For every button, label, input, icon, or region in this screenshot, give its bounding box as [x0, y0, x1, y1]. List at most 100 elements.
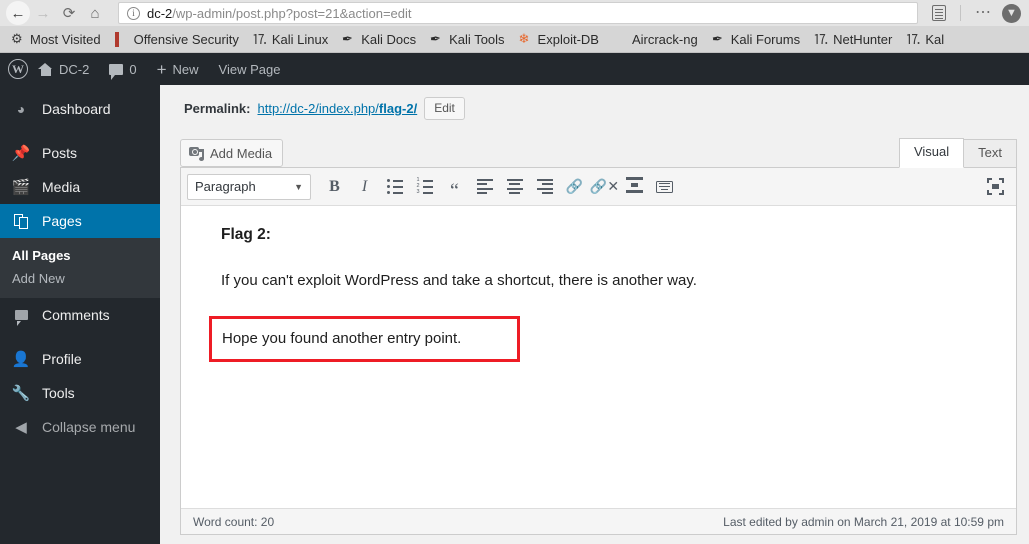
align-center-icon	[506, 178, 523, 195]
sidebar-item-comments[interactable]: Comments	[0, 298, 160, 332]
address-bar[interactable]: i dc-2/wp-admin/post.php?post=21&action=…	[118, 2, 918, 24]
editor-content-area[interactable]: Flag 2: If you can't exploit WordPress a…	[181, 206, 1016, 508]
sidebar-item-label: Pages	[42, 213, 82, 229]
format-select[interactable]: Paragraph ▼	[187, 173, 311, 200]
permalink-slug: flag-2/	[378, 101, 418, 116]
reload-button[interactable]: ⟳	[56, 2, 82, 24]
bookmark-offensive-security[interactable]: Offensive Security	[108, 32, 246, 47]
user-icon: 👤	[11, 351, 31, 368]
sidebar-divider	[0, 126, 160, 136]
sidebar-item-label: Profile	[42, 351, 82, 367]
bold-button[interactable]: B	[320, 174, 349, 200]
word-count: Word count: 20	[193, 514, 275, 529]
home-button[interactable]: ⌂	[82, 2, 108, 24]
bookmark-label: Exploit-DB	[537, 31, 599, 47]
align-center-button[interactable]	[500, 174, 529, 200]
link-icon: 🔗	[565, 178, 584, 194]
wrench-icon: ✒	[341, 30, 354, 47]
sidebar-item-tools[interactable]: 🔧 Tools	[0, 376, 160, 410]
insert-read-more-button[interactable]	[620, 174, 649, 200]
editor-mode-tabs: Visual Text	[898, 138, 1017, 168]
align-left-button[interactable]	[470, 174, 499, 200]
unlink-icon: 🔗✕	[589, 178, 620, 194]
numbered-list-icon: 1 2 3	[417, 177, 433, 195]
bookmarks-bar: ⚙ Most Visited Offensive Security ⒘ Kali…	[0, 26, 1029, 53]
sidebar-item-profile[interactable]: 👤 Profile	[0, 342, 160, 376]
bulleted-list-icon	[386, 179, 403, 194]
back-button[interactable]: ←	[6, 1, 30, 25]
admin-main: Permalink: http://dc-2/index.php/flag-2/…	[160, 85, 1029, 544]
wp-admin-bar: W DC-2 0 + New View Page	[0, 53, 1029, 85]
tab-visual[interactable]: Visual	[898, 138, 965, 168]
italic-button[interactable]: I	[350, 174, 379, 200]
sidebar-item-pages[interactable]: Pages	[0, 204, 168, 238]
bookmark-kali-docs[interactable]: ✒ Kali Docs	[335, 30, 423, 47]
gear-icon: ⚙	[11, 31, 23, 46]
pocket-save-icon[interactable]: ▼	[1002, 3, 1021, 23]
bookmark-label: Offensive Security	[133, 31, 239, 47]
reader-view-icon[interactable]	[932, 5, 946, 21]
bookmark-label: Kali Docs	[361, 31, 417, 47]
insert-link-button[interactable]: 🔗	[560, 174, 589, 200]
comment-icon	[12, 306, 30, 326]
bookmark-label: Kal	[925, 31, 945, 47]
url-text: dc-2/wp-admin/post.php?post=21&action=ed…	[147, 6, 412, 21]
align-left-icon	[476, 178, 493, 195]
bookmark-kali-truncated[interactable]: ⒘ Kal	[899, 32, 951, 47]
editor-wrapper: Add Media Visual Text Paragraph ▼ B I 1 …	[180, 133, 1017, 535]
sidebar-divider	[0, 332, 160, 342]
editor-toolbar: Paragraph ▼ B I 1 2 3 “ 🔗 🔗✕	[181, 168, 1016, 206]
site-name-label: DC-2	[59, 61, 90, 77]
forward-button[interactable]: →	[30, 2, 56, 24]
sidebar-item-media[interactable]: 🎬 Media	[0, 170, 160, 204]
admin-body: ◕ Dashboard 📌 Posts 🎬 Media Pages All Pa…	[0, 85, 1029, 544]
remove-link-button[interactable]: 🔗✕	[590, 174, 619, 200]
bulleted-list-button[interactable]	[380, 174, 409, 200]
pin-icon: 📌	[11, 145, 31, 162]
chevron-down-icon: ▼	[294, 181, 303, 192]
adminbar-comments[interactable]: 0	[99, 53, 146, 85]
fullscreen-button[interactable]	[982, 174, 1008, 200]
sidebar-item-posts[interactable]: 📌 Posts	[0, 136, 160, 170]
adminbar-site-name[interactable]: DC-2	[28, 53, 99, 85]
page-actions-icon[interactable]: ⋯	[967, 5, 1000, 21]
edit-permalink-button[interactable]: Edit	[424, 97, 465, 120]
tab-text[interactable]: Text	[963, 139, 1017, 167]
bookmark-most-visited[interactable]: ⚙ Most Visited	[4, 32, 108, 47]
browser-right-icons: ⋯ ▼	[924, 3, 1023, 23]
bookmark-kali-tools[interactable]: ✒ Kali Tools	[423, 31, 511, 47]
bookmark-kali-forums[interactable]: ✒ Kali Forums	[705, 31, 807, 47]
bookmark-aircrack-ng[interactable]: Aircrack-ng	[606, 32, 705, 47]
bookmark-exploit-db[interactable]: ❄ Exploit-DB	[512, 32, 606, 47]
sidebar-item-label: Comments	[42, 307, 110, 323]
sidebar-item-label: Media	[42, 179, 81, 195]
align-right-icon	[536, 178, 553, 195]
sidebar-item-collapse-menu[interactable]: ◀ Collapse menu	[0, 410, 160, 444]
comment-count: 0	[129, 61, 137, 77]
adminbar-new[interactable]: + New	[147, 53, 209, 85]
format-select-value: Paragraph	[195, 179, 256, 194]
media-icon	[189, 146, 204, 161]
permalink-label: Permalink:	[184, 101, 251, 116]
bookmark-kali-linux[interactable]: ⒘ Kali Linux	[246, 32, 335, 47]
toolbar-toggle-button[interactable]	[650, 174, 679, 200]
sidebar-item-dashboard[interactable]: ◕ Dashboard	[0, 92, 160, 126]
site-info-icon[interactable]: i	[127, 6, 140, 20]
sidebar-subitem-all-pages[interactable]: All Pages	[0, 244, 160, 267]
wordpress-logo-icon[interactable]: W	[8, 59, 28, 79]
blockquote-button[interactable]: “	[440, 174, 469, 201]
add-media-button[interactable]: Add Media	[180, 139, 284, 167]
bookmark-nethunter[interactable]: ⒘ NetHunter	[807, 32, 899, 47]
editor-box: Paragraph ▼ B I 1 2 3 “ 🔗 🔗✕ Flag 2: If …	[180, 167, 1017, 535]
card-icon	[613, 32, 627, 46]
bookmark-label: Most Visited	[30, 31, 101, 47]
sidebar-subitem-add-new[interactable]: Add New	[0, 267, 160, 290]
numbered-list-button[interactable]: 1 2 3	[410, 174, 439, 200]
sidebar-submenu-pages: All Pages Add New	[0, 238, 160, 298]
sidebar-item-label: Collapse menu	[42, 419, 136, 435]
permalink-link[interactable]: http://dc-2/index.php/flag-2/	[257, 101, 417, 116]
align-right-button[interactable]	[530, 174, 559, 200]
adminbar-view-page[interactable]: View Page	[209, 53, 291, 85]
bookmark-label: Kali Linux	[271, 31, 329, 47]
bookmark-label: Aircrack-ng	[631, 31, 698, 47]
